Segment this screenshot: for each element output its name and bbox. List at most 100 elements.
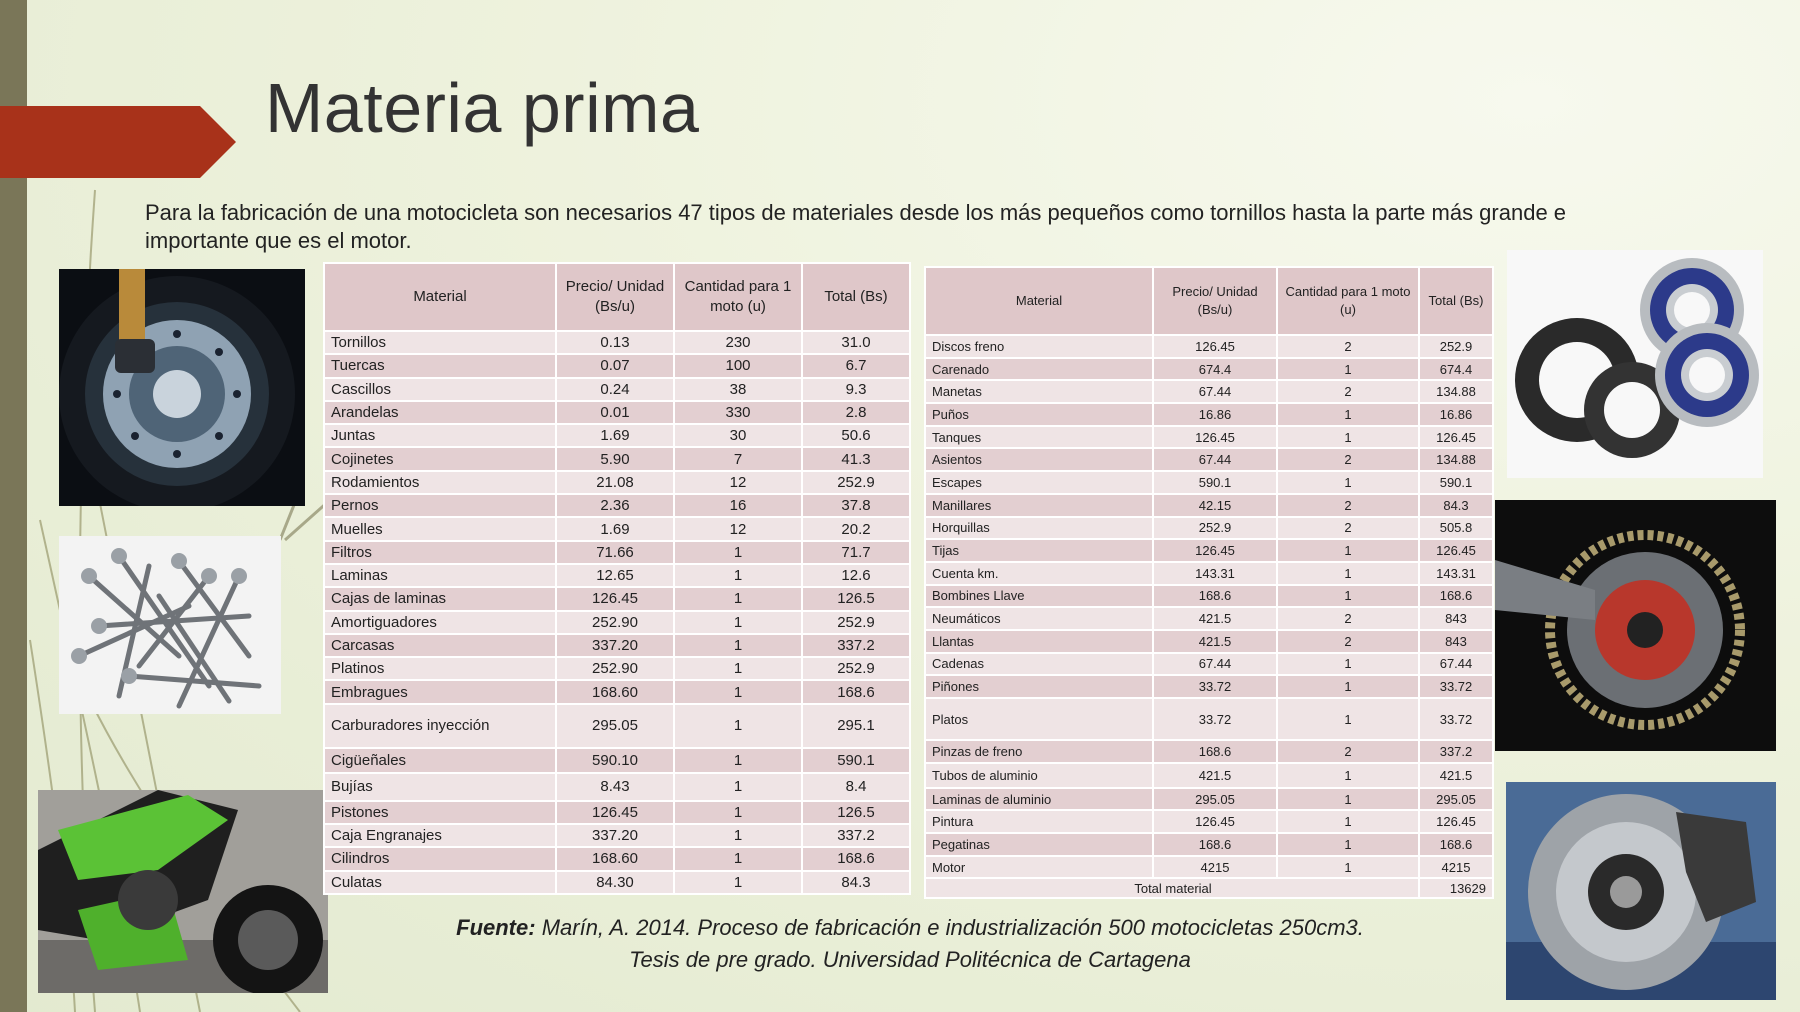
cell-unit-price: 0.01: [555, 399, 675, 426]
cell-quantity: 1: [673, 799, 803, 826]
chain-sprocket-image: [1495, 500, 1776, 751]
table-row: Pintura 126.45 1 126.45: [924, 809, 1494, 835]
cell-total: 9.3: [801, 376, 911, 402]
table-header-row: Material Precio/ Unidad (Bs/u) Cantidad …: [924, 266, 1494, 336]
total-label: Total material: [924, 877, 1420, 900]
table-row: Filtros 71.66 1 71.7: [323, 539, 911, 565]
cell-quantity: 2: [1276, 334, 1420, 359]
cell-unit-price: 126.45: [555, 799, 675, 826]
cell-unit-price: 252.9: [1152, 515, 1278, 541]
source-citation: Fuente: Marín, A. 2014. Proceso de fabri…: [340, 912, 1480, 976]
table-row: Discos freno 126.45 2 252.9: [924, 334, 1494, 359]
cell-total: 71.7: [801, 539, 911, 565]
cell-total: 843: [1418, 628, 1494, 654]
cell-unit-price: 0.24: [555, 376, 675, 402]
cell-material: Carburadores inyección: [323, 702, 557, 749]
table-row: Horquillas 252.9 2 505.8: [924, 515, 1494, 541]
cell-total: 126.45: [1418, 538, 1494, 563]
table-body: Discos freno 126.45 2 252.9 Carenado 674.4 1 67…: [924, 334, 1494, 880]
column-header-unit-price: Precio/ Unidad (Bs/u): [1152, 266, 1278, 336]
table-row: Carburadores inyección 295.05 1 295.1: [323, 702, 911, 749]
slide-title: Materia prima: [265, 69, 700, 147]
cell-total: 674.4: [1418, 356, 1494, 382]
cell-quantity: 1: [1276, 809, 1420, 835]
cell-total: 252.9: [1418, 334, 1494, 359]
title-arrow-banner: [0, 106, 236, 178]
cell-unit-price: 1.69: [555, 516, 675, 542]
cell-total: 843: [1418, 606, 1494, 631]
cell-quantity: 1: [673, 869, 803, 895]
cell-material: Bujías: [323, 771, 557, 802]
cell-total: 84.3: [801, 869, 911, 895]
cell-unit-price: 295.05: [1152, 786, 1278, 812]
cell-quantity: 38: [673, 376, 803, 402]
table-row: Tijas 126.45 1 126.45: [924, 538, 1494, 563]
table-row: Cajas de laminas 126.45 1 126.5: [323, 586, 911, 612]
cell-material: Bombines Llave: [924, 583, 1154, 609]
cell-unit-price: 21.08: [555, 469, 675, 496]
cell-material: Cilindros: [323, 846, 557, 872]
cell-quantity: 1: [1276, 470, 1420, 495]
table-row: Culatas 84.30 1 84.3: [323, 869, 911, 895]
table-row: Juntas 1.69 30 50.6: [323, 423, 911, 449]
cell-material: Cigüeñales: [323, 746, 557, 774]
cell-material: Laminas de aluminio: [924, 786, 1154, 812]
cell-total: 20.2: [801, 516, 911, 542]
table-row: Cigüeñales 590.10 1 590.1: [323, 746, 911, 774]
cell-total: 33.72: [1418, 697, 1494, 741]
cell-quantity: 1: [673, 746, 803, 774]
cell-material: Tornillos: [323, 329, 557, 356]
cell-total: 168.6: [1418, 832, 1494, 857]
cell-material: Motor: [924, 854, 1154, 880]
table-row: Tubos de aluminio 421.5 1 421.5: [924, 761, 1494, 789]
cell-unit-price: 126.45: [1152, 538, 1278, 563]
cell-total: 12.6: [801, 562, 911, 589]
cell-quantity: 1: [1276, 832, 1420, 857]
cell-unit-price: 1.69: [555, 423, 675, 449]
table-row: Laminas 12.65 1 12.6: [323, 562, 911, 589]
table-row: Cuenta km. 143.31 1 143.31: [924, 560, 1494, 586]
cell-quantity: 1: [1276, 761, 1420, 789]
cell-quantity: 2: [1276, 628, 1420, 654]
cell-unit-price: 126.45: [555, 586, 675, 612]
bearings-and-seals-image: [1507, 250, 1763, 478]
source-label: Fuente:: [456, 915, 536, 940]
cell-material: Llantas: [924, 628, 1154, 654]
cell-material: Cascillos: [323, 376, 557, 402]
cell-total: 337.2: [801, 632, 911, 659]
cell-unit-price: 0.07: [555, 353, 675, 379]
cell-material: Rodamientos: [323, 469, 557, 496]
cell-material: Pernos: [323, 493, 557, 519]
cell-quantity: 2: [1276, 739, 1420, 764]
source-line-2: Tesis de pre grado. Universidad Politécn…: [629, 947, 1191, 972]
cell-unit-price: 16.86: [1152, 402, 1278, 427]
cell-total: 143.31: [1418, 560, 1494, 586]
cell-total: 337.2: [1418, 739, 1494, 764]
column-header-material: Material: [924, 266, 1154, 336]
cell-total: 2.8: [801, 399, 911, 426]
cell-material: Arandelas: [323, 399, 557, 426]
cell-total: 168.6: [801, 846, 911, 872]
cell-unit-price: 4215: [1152, 854, 1278, 880]
cell-total: 252.9: [801, 656, 911, 682]
cell-total: 134.88: [1418, 379, 1494, 405]
column-header-material: Material: [323, 262, 557, 332]
table-row: Pinzas de freno 168.6 2 337.2: [924, 739, 1494, 764]
cell-unit-price: 421.5: [1152, 628, 1278, 654]
cell-quantity: 1: [673, 562, 803, 589]
table-row: Cadenas 67.44 1 67.44: [924, 651, 1494, 677]
cell-total: 295.05: [1418, 786, 1494, 812]
cell-quantity: 12: [673, 469, 803, 496]
table-row: Cojinetes 5.90 7 41.3: [323, 446, 911, 472]
cell-unit-price: 33.72: [1152, 697, 1278, 741]
cell-unit-price: 168.60: [555, 679, 675, 705]
cell-quantity: 1: [1276, 697, 1420, 741]
table-row: Tuercas 0.07 100 6.7: [323, 353, 911, 379]
cell-unit-price: 42.15: [1152, 492, 1278, 518]
table-row: Laminas de aluminio 295.05 1 295.05: [924, 786, 1494, 812]
cell-quantity: 1: [673, 702, 803, 749]
table-row: Tornillos 0.13 230 31.0: [323, 329, 911, 356]
table-row: Muelles 1.69 12 20.2: [323, 516, 911, 542]
table-row: Platos 33.72 1 33.72: [924, 697, 1494, 741]
cell-unit-price: 295.05: [555, 702, 675, 749]
